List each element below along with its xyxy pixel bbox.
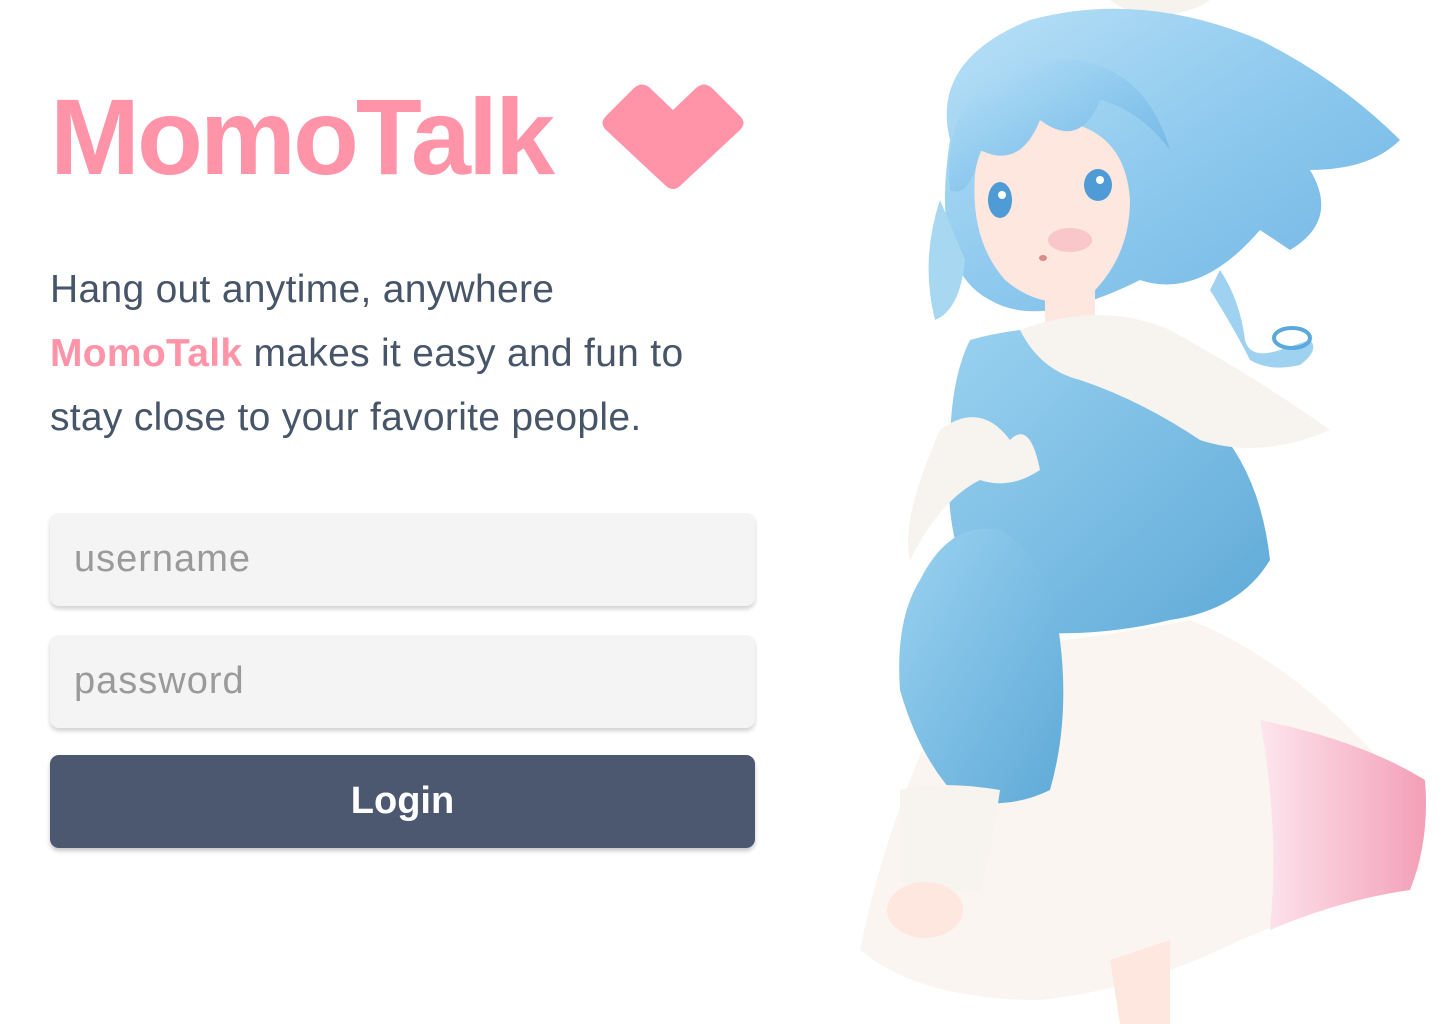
- tagline-line-2: MomoTalk makes it easy and fun to: [50, 322, 770, 386]
- tagline: Hang out anytime, anywhere MomoTalk make…: [50, 258, 770, 450]
- mouth: [1039, 255, 1047, 261]
- hair-braid: [1210, 270, 1314, 368]
- login-page: MomoTalk Hang out anytime, anywhere Momo…: [0, 0, 1440, 1024]
- hand: [887, 882, 963, 938]
- braid-ribbon: [1272, 326, 1312, 350]
- heart-icon: [602, 84, 744, 189]
- cheek-blush: [1048, 228, 1092, 252]
- illustration-anime-girl: [860, 0, 1426, 1024]
- eye-left: [988, 182, 1012, 218]
- tagline-line-3: stay close to your favorite people.: [50, 396, 642, 439]
- tagline-line-2-text: makes it easy and fun to: [253, 332, 684, 375]
- eye-right: [1084, 169, 1112, 201]
- tagline-line-1: Hang out anytime, anywhere: [50, 268, 555, 311]
- skirt-lining: [1260, 720, 1426, 930]
- eye-right-shine: [1096, 176, 1104, 184]
- password-input[interactable]: [50, 635, 755, 728]
- login-button[interactable]: Login: [50, 755, 755, 848]
- tagline-brand-highlight: MomoTalk: [50, 332, 243, 375]
- username-input[interactable]: [50, 513, 755, 606]
- brand-logo: MomoTalk: [50, 72, 744, 202]
- brand-name: MomoTalk: [50, 76, 555, 197]
- eye-left-shine: [998, 191, 1006, 199]
